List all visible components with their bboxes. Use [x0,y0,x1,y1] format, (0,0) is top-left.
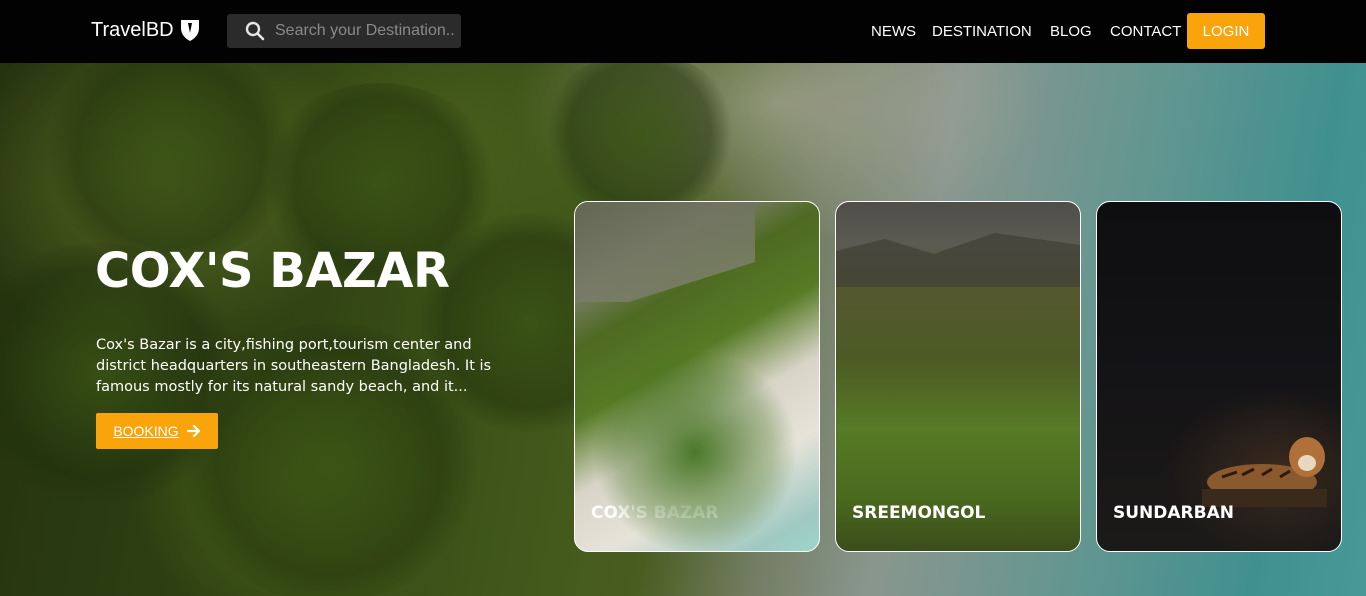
login-button[interactable]: LOGIN [1187,13,1265,49]
card-label: SUNDARBAN [1113,503,1234,523]
hero-description: Cox's Bazar is a city,fishing port,touri… [96,337,492,395]
nav-destination[interactable]: DESTINATION [932,23,1032,40]
search-input[interactable] [275,22,455,40]
nav-contact[interactable]: CONTACT [1110,23,1181,40]
brand-name: TravelBD [91,18,174,41]
search-box [227,14,461,48]
hero-title: COX'S BAZAR [95,243,450,299]
shield-icon [180,20,199,41]
top-navbar: TravelBD NEWS DESTINATION BLOG CONTACT L… [0,0,1366,63]
destination-card-sundarban[interactable]: SUNDARBAN [1096,201,1342,552]
nav-blog[interactable]: BLOG [1050,23,1092,40]
card-label: SREEMONGOL [852,503,986,523]
destination-card-sreemongol[interactable]: SREEMONGOL [835,201,1081,552]
nav-news[interactable]: NEWS [871,23,916,40]
destination-card-coxs-bazar[interactable]: COX'S BAZAR [574,201,820,552]
search-icon[interactable] [245,21,265,41]
booking-button[interactable]: BOOKING [96,413,218,449]
tiger-image [1202,437,1327,507]
brand-logo[interactable]: TravelBD [91,18,201,42]
card-label: COX'S BAZAR [591,503,719,523]
booking-label: BOOKING [113,423,179,439]
arrow-right-icon [186,424,200,438]
